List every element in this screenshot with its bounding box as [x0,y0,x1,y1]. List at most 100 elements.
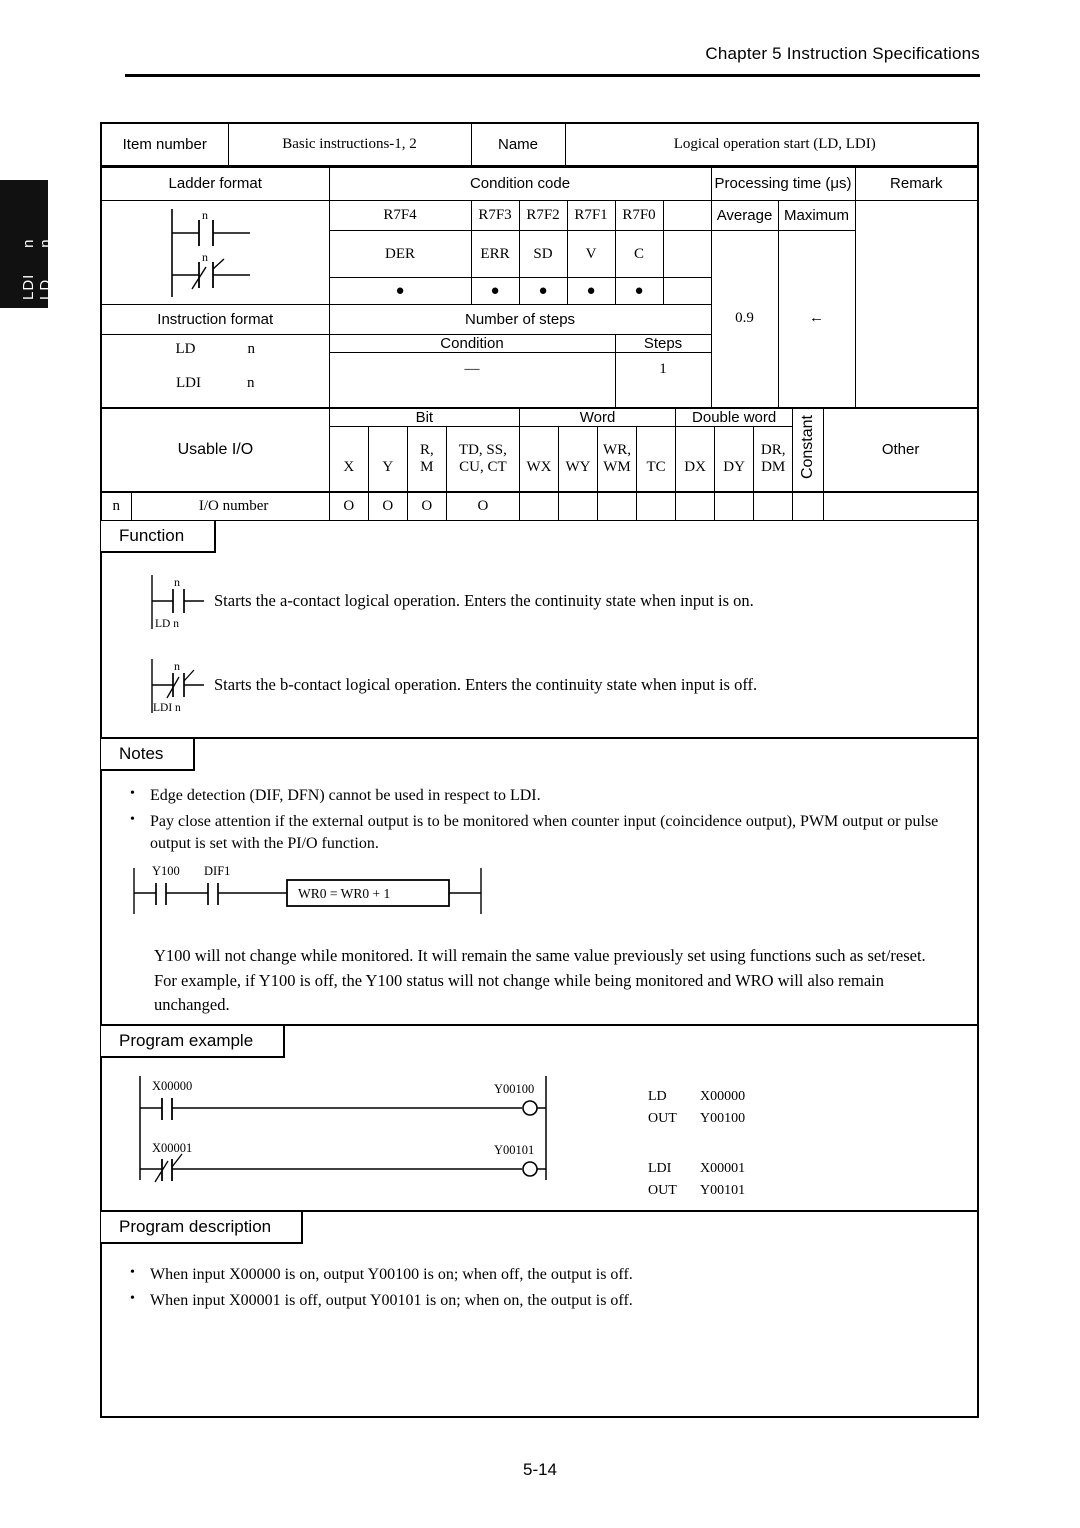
function-entry: n LDI n Starts the b-contact logical ope… [124,655,955,717]
condition-register: R7F4 [328,200,472,231]
col-top [518,425,559,459]
program-description-section: Program description When input X00000 is… [101,1211,977,1327]
mnemonic-op: LDI [648,1161,672,1177]
io-other [823,491,977,521]
page-header: Chapter 5 Instruction Specifications [0,44,1080,64]
notes-section: Notes Edge detection (DIF, DFN) cannot b… [101,738,977,1026]
io-number-label: I/O number [130,491,330,521]
function-text: Starts the b-contact logical operation. … [214,675,758,695]
usable-io-table: Usable I/O Bit Word Double word Constant… [102,406,977,521]
ladder-format-header: Ladder format [102,165,330,201]
notes-paragraphs: Y100 will not change while monitored. It… [154,944,955,1016]
instruction-operand: n [247,341,256,357]
paragraph: Y100 will not change while monitored. It… [154,945,926,965]
remark-cell [854,200,978,407]
program-example-tag-row: Program example [101,1025,977,1058]
other-header: Other [823,406,977,493]
condition-flag: ERR [470,230,520,278]
rung-input-label: X00000 [152,1079,192,1093]
col-top [557,425,599,459]
mnemonic-arg: X00000 [700,1088,746,1104]
col-bottom: WY [557,459,599,493]
mnemonic-op: LD [648,1088,667,1104]
remark-header: Remark [854,165,978,201]
condition-register: R7F0 [614,200,664,231]
side-tab-ldi: LDI n [20,238,37,300]
mnemonic-arg: Y00100 [700,1110,746,1126]
col-bottom: Y [367,459,408,493]
name-value: Logical operation start (LD, LDI) [564,124,977,166]
notes-ladder-diagram: Y100 DIF1 WR0 = WR0 + 1 [130,862,955,918]
col-top [714,425,755,459]
list-item: Edge detection (DIF, DFN) cannot be used… [124,783,955,807]
a-contact-symbol: n LD n [151,574,204,630]
io-mark [596,491,638,521]
mnemonic-arg: Y00101 [700,1183,746,1198]
col-bottom: WM [596,459,638,493]
col-top [328,425,369,459]
function-tag-row: Function [101,520,977,553]
instruction-mnemonic: LD [175,341,196,357]
program-example-section: Program example X00000 Y00100 X00001 Y00… [101,1025,977,1212]
condition-register: R7F2 [518,200,568,231]
program-description-tag-row: Program description [101,1211,977,1244]
table-row: Item number Basic instructions-1, 2 Name… [102,124,977,166]
header-rule [125,74,980,77]
col-top: DR, [753,425,794,459]
rung-output-label: Y00100 [494,1082,534,1096]
io-mark: O [445,491,520,521]
condition-flag: SD [518,230,568,278]
instruction-operand: n [247,375,255,391]
condition-code-header: Condition code [328,165,712,201]
side-tab-ld: LD n [37,238,54,300]
col-bottom: DM [753,459,794,493]
maximum-header: Maximum [777,200,856,231]
io-mark [675,491,716,521]
col-bottom: X [328,459,369,493]
condition-mark: ● [566,277,616,305]
col-top: TD, SS, [445,425,520,459]
table-row: Ladder format Condition code Processing … [102,165,978,201]
list-item: Pay close attention if the external outp… [124,810,955,856]
contact2-label: DIF1 [204,864,230,878]
notes-rung: Y100 DIF1 WR0 = WR0 + 1 [133,864,482,914]
steps-value: 1 [614,352,712,407]
mnemonic-line: OUT Y00101 [648,1180,745,1202]
paragraph: For example, if Y100 is off, the Y100 st… [154,971,884,1014]
condition-mark: ● [518,277,568,305]
program-example-ladder: X00000 Y00100 X00001 Y00101 [139,1075,547,1183]
ladder-format-diagram: n n [102,200,330,305]
group-double-word: Double word [675,406,794,427]
mnemonic-line: LD X00000 [648,1086,745,1108]
mnemonic-op: OUT [648,1183,677,1198]
rung-input-label: X00001 [152,1141,192,1155]
table-row: n I/O number O O O O [102,491,977,521]
mnemonic-line: OUT Y00100 [648,1108,745,1130]
notes-body: Edge detection (DIF, DFN) cannot be used… [102,771,977,1024]
io-mark: O [406,491,447,521]
io-mark [753,491,794,521]
side-index-tab: LDI n LD n [0,180,54,308]
col-top: WR, [596,425,638,459]
io-mark [557,491,599,521]
col-bottom: WX [518,459,559,493]
function-tag: Function [101,520,217,553]
col-bottom: DY [714,459,755,493]
mnemonic-line: LDI X00001 [648,1158,745,1180]
program-description-bullets: When input X00000 is on, output Y00100 i… [124,1263,955,1313]
condition-register: R7F3 [470,200,520,231]
function-body: n LD n Starts the a-contact logical oper… [102,553,977,737]
instruction-format-header: Instruction format [102,304,330,335]
function-section: Function n LD n Starts the a-contact log… [101,520,977,739]
instruction-format-list: LD n LDI n [102,334,330,407]
average-header: Average [710,200,779,231]
program-example-mnemonics: LD X00000 OUT Y00100 LDI X00001 OUT Y001… [648,1086,745,1202]
operand-label: n [174,575,180,589]
maximum-value: ← [777,230,856,407]
ladder-format-symbols: n n [171,208,251,297]
io-mark: O [367,491,408,521]
box-expression: WR0 = WR0 + 1 [298,886,390,901]
col-top [367,425,408,459]
col-top: R, [406,425,447,459]
io-constant [792,491,825,521]
